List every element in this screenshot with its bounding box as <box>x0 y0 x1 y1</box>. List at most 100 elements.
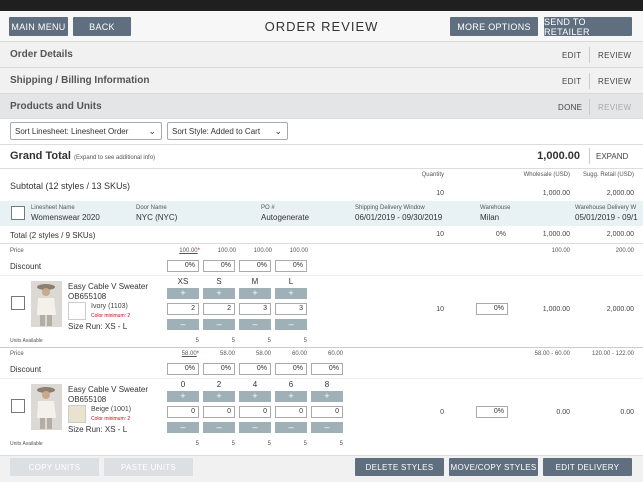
units-available-label: Units Available <box>10 338 43 344</box>
delete-styles-button[interactable]: DELETE STYLES <box>355 458 444 476</box>
subtotal-label: Subtotal (12 styles / 13 SKUs) <box>10 181 131 191</box>
price-wholesale: 100.00 <box>551 248 570 254</box>
decrement-button[interactable]: – <box>203 422 235 433</box>
grand-total-value: 1,000.00 <box>537 150 580 162</box>
linesheet-checkbox[interactable] <box>11 206 25 220</box>
product-sku: OB655108 <box>68 292 107 301</box>
product-name: Easy Cable V Sweater <box>68 385 149 394</box>
retail-header: Sugg. Retail (USD) <box>582 172 634 178</box>
discount-input[interactable]: 0% <box>239 363 271 375</box>
quantity-input[interactable]: 0 <box>311 406 343 418</box>
increment-button[interactable]: + <box>275 391 307 402</box>
quantity-input[interactable]: 0 <box>167 406 199 418</box>
discount-input[interactable]: 0% <box>203 260 235 272</box>
increment-button[interactable]: + <box>239 391 271 402</box>
quantity-input[interactable]: 2 <box>203 303 235 315</box>
move-copy-styles-button[interactable]: MOVE/COPY STYLES <box>449 458 538 476</box>
linesheet-total-label: Total (2 styles / 9 SKUs) <box>10 231 96 240</box>
order-details-review[interactable]: REVIEW <box>598 51 631 60</box>
door-name: NYC (NYC) <box>136 213 178 222</box>
shipping-billing-label: Shipping / Billing Information <box>10 75 150 86</box>
quantity-input[interactable]: 2 <box>167 303 199 315</box>
discount-input[interactable]: 0% <box>167 260 199 272</box>
discount-input[interactable]: 0% <box>275 260 307 272</box>
discount-input[interactable]: 0% <box>203 363 235 375</box>
divider <box>589 47 590 63</box>
price-value: 100.00 <box>217 248 236 254</box>
decrement-button[interactable]: – <box>167 422 199 433</box>
products-units-section[interactable]: Products and Units DONE REVIEW <box>0 93 643 118</box>
product-wholesale: 1,000.00 <box>542 306 570 313</box>
discount-input[interactable]: 0% <box>167 363 199 375</box>
door-label: Door Name <box>136 205 167 211</box>
increment-button[interactable]: + <box>167 288 199 299</box>
send-to-retailer-button[interactable]: SEND TO RETAILER <box>544 17 632 37</box>
color-minimum: Color minimum: 2 <box>91 313 131 319</box>
required-asterisk: * <box>197 248 200 254</box>
shipping-review[interactable]: REVIEW <box>598 77 631 86</box>
product-sku: OB655108 <box>68 395 107 404</box>
product-total-qty: 10 <box>436 306 444 313</box>
order-details-label: Order Details <box>10 49 73 60</box>
decrement-button[interactable]: – <box>275 319 307 330</box>
decrement-button[interactable]: – <box>239 422 271 433</box>
shipping-edit[interactable]: EDIT <box>562 77 581 86</box>
decrement-button[interactable]: – <box>203 319 235 330</box>
sort-linesheet-select[interactable]: Sort Linesheet: Linesheet Order ⌄ <box>10 122 162 140</box>
divider <box>0 275 643 276</box>
edit-delivery-button[interactable]: EDIT DELIVERY <box>543 458 632 476</box>
product-image <box>31 281 62 327</box>
copy-units-button[interactable]: COPY UNITS <box>10 458 99 476</box>
order-details-section[interactable]: Order Details EDIT REVIEW <box>0 41 643 67</box>
units-available: 5 <box>267 338 271 344</box>
increment-button[interactable]: + <box>203 391 235 402</box>
product-retail: 0.00 <box>620 409 634 416</box>
product-checkbox[interactable] <box>11 399 25 413</box>
quantity-input[interactable]: 3 <box>239 303 271 315</box>
increment-button[interactable]: + <box>167 391 199 402</box>
discount-input[interactable]: 0% <box>311 363 343 375</box>
decrement-button[interactable]: – <box>167 319 199 330</box>
products-done[interactable]: DONE <box>558 103 582 112</box>
size-label: 2 <box>216 380 222 389</box>
linesheet-name-label: Linesheet Name <box>31 205 75 211</box>
increment-button[interactable]: + <box>203 288 235 299</box>
po-label: PO # <box>261 205 275 211</box>
product-retail: 2,000.00 <box>606 306 634 313</box>
quantity-input[interactable]: 3 <box>275 303 307 315</box>
decrement-button[interactable]: – <box>239 319 271 330</box>
price-value: 60.00 <box>291 351 307 357</box>
size-run: Size Run: XS - L <box>68 425 128 434</box>
color-name: Ivory (1103) <box>91 303 128 310</box>
quantity-input[interactable]: 0 <box>239 406 271 418</box>
size-label: 4 <box>252 380 258 389</box>
linesheet-total-wholesale: 1,000.00 <box>542 231 570 238</box>
shipping-billing-section[interactable]: Shipping / Billing Information EDIT REVI… <box>0 67 643 93</box>
expand-button[interactable]: EXPAND <box>596 152 628 161</box>
sort-style-value: Sort Style: Added to Cart <box>172 127 261 136</box>
status-bar <box>0 0 643 11</box>
quantity-input[interactable]: 0 <box>275 406 307 418</box>
subtotal-qty: 10 <box>436 190 444 197</box>
increment-button[interactable]: + <box>239 288 271 299</box>
sort-linesheet-value: Sort Linesheet: Linesheet Order <box>15 127 129 136</box>
size-label: S <box>216 277 222 286</box>
product-checkbox[interactable] <box>11 296 25 310</box>
sort-style-select[interactable]: Sort Style: Added to Cart ⌄ <box>167 122 288 140</box>
price-value: 100.00* <box>179 248 200 254</box>
units-available: 5 <box>267 441 271 447</box>
linesheet-total-retail: 2,000.00 <box>606 231 634 238</box>
discount-input[interactable]: 0% <box>275 363 307 375</box>
paste-units-button[interactable]: PASTE UNITS <box>104 458 193 476</box>
product-name: Easy Cable V Sweater <box>68 282 149 291</box>
order-details-edit[interactable]: EDIT <box>562 51 581 60</box>
products-units-label: Products and Units <box>10 101 102 112</box>
increment-button[interactable]: + <box>275 288 307 299</box>
decrement-button[interactable]: – <box>275 422 307 433</box>
discount-input[interactable]: 0% <box>239 260 271 272</box>
increment-button[interactable]: + <box>311 391 343 402</box>
decrement-button[interactable]: – <box>311 422 343 433</box>
more-options-button[interactable]: MORE OPTIONS <box>450 17 538 36</box>
warehouse-delivery-label: Warehouse Delivery W <box>575 205 637 211</box>
quantity-input[interactable]: 0 <box>203 406 235 418</box>
